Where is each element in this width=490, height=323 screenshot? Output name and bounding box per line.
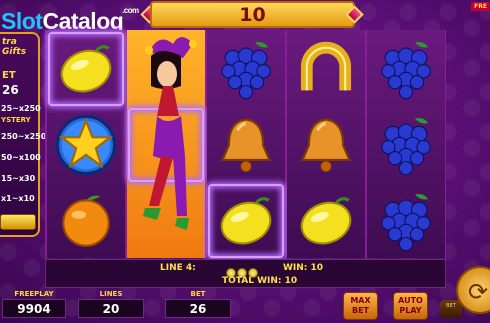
grapes-icon — [208, 32, 284, 106]
reel — [367, 30, 445, 258]
reel — [47, 30, 125, 258]
lemon-icon — [208, 184, 284, 258]
grapes-icon — [368, 108, 444, 182]
reel — [127, 30, 205, 258]
max-bet-button[interactable]: MAX BET — [343, 292, 378, 320]
line-win: WIN: 10 — [283, 263, 324, 273]
paytable-row: x1~x10 — [1, 194, 35, 203]
win-info-bar: LINE 4: WIN: 10 TOTAL WIN: 10 — [45, 259, 446, 288]
panel-title: tra Gifts — [2, 37, 27, 57]
reel — [207, 30, 285, 258]
freeplay-stat: FREEPLAY 9904 — [2, 290, 66, 318]
paytable-row: 250~x250 — [1, 132, 47, 141]
paytable-row: 25~x250 — [1, 104, 41, 113]
bet-stat: BET 26 — [165, 290, 231, 318]
free-badge: FRE — [471, 2, 490, 11]
paytable-row: 50~x100 — [1, 153, 41, 162]
auto-play-button[interactable]: AUTO PLAY — [393, 292, 428, 320]
horseshoe-icon — [288, 32, 364, 106]
spin-icon: ⟳ — [468, 278, 489, 306]
grapes-icon — [368, 32, 444, 106]
lines-stat: LINES 20 — [78, 290, 144, 318]
reel-area — [45, 30, 446, 258]
panel-button[interactable] — [0, 214, 36, 230]
win-display: 10 — [150, 1, 355, 28]
paytable-row: YSTERY — [1, 116, 31, 124]
lines-value[interactable]: 20 — [78, 299, 144, 318]
bell-icon — [288, 108, 364, 182]
lemon-icon — [288, 184, 364, 258]
lemon-icon — [48, 32, 124, 106]
freeplay-value: 9904 — [2, 299, 66, 318]
bet-value[interactable]: 26 — [165, 299, 231, 318]
orange-icon — [48, 184, 124, 258]
paytable-row: 15~x30 — [1, 174, 36, 183]
panel-bet-label: ET — [2, 70, 16, 81]
panel-bet-value: 26 — [2, 83, 19, 97]
total-win: TOTAL WIN: 10 — [222, 276, 298, 286]
extra-gifts-panel: tra Gifts ET 26 25~x250 YSTERY 250~x250 … — [0, 32, 46, 237]
grapes-icon — [368, 184, 444, 258]
bell-icon — [208, 108, 284, 182]
star-icon — [48, 108, 124, 182]
reel — [287, 30, 365, 258]
line-label: LINE 4: — [160, 263, 196, 273]
jester-icon — [127, 30, 205, 258]
